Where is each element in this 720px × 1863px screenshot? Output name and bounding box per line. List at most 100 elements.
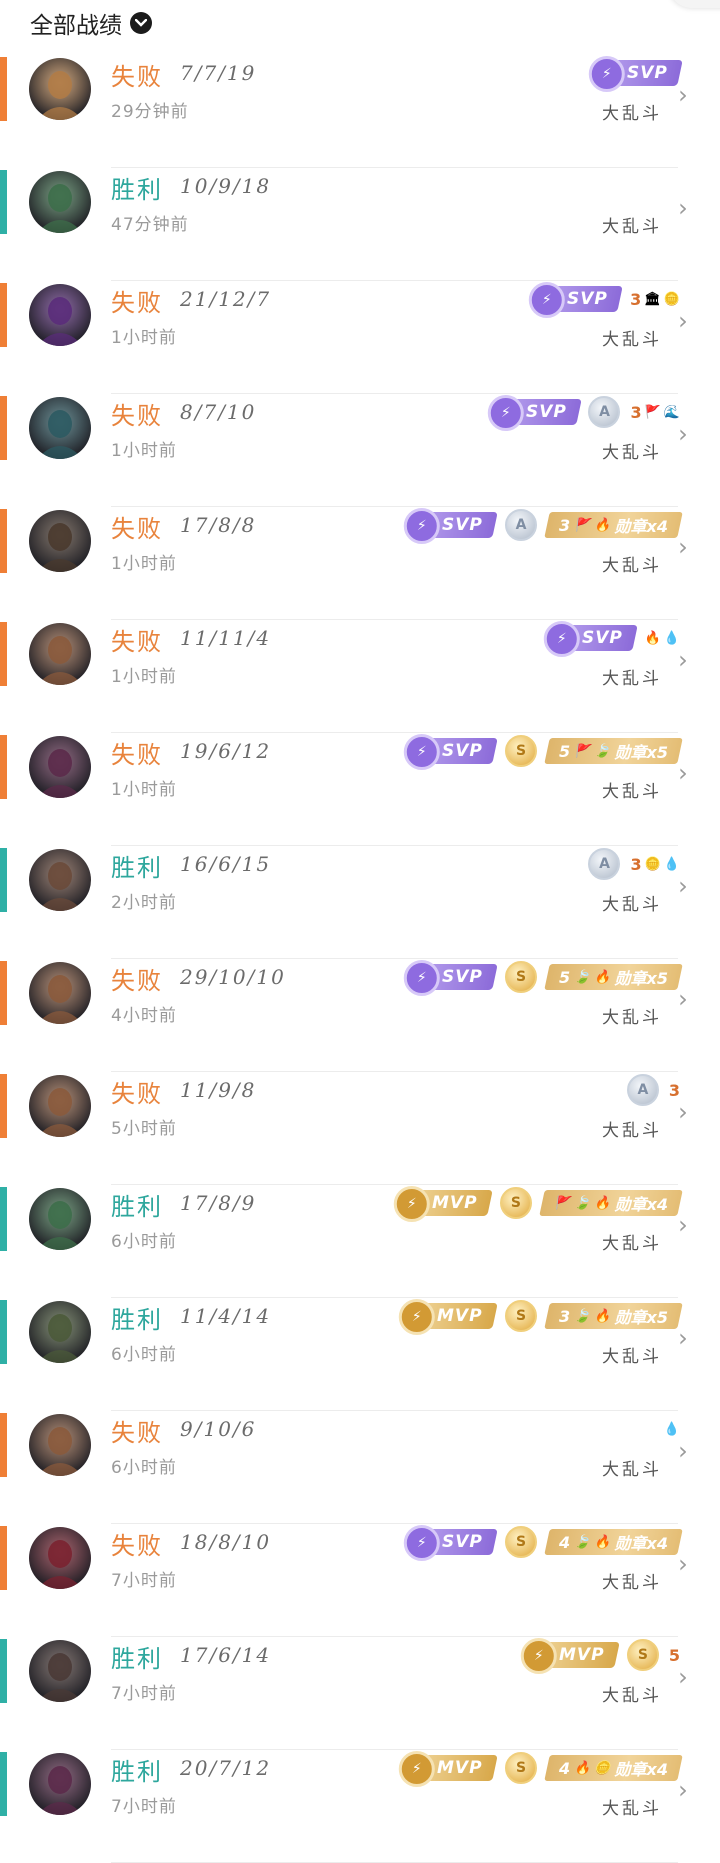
medal-content: 3 🚩 🔥 勋章x4 [559,513,668,537]
badge-group: ⚡ MVP S 3 🍃 🔥 勋章x5 [399,1298,683,1335]
medal-count: 4 [559,1758,571,1778]
achievement-stats: 3 🚩 🌊 [630,403,680,422]
achievement-icon: 🔥 [574,1760,591,1776]
svp-badge: ⚡ SVP [403,508,498,544]
achievement-icon: 🔥 [594,1534,611,1550]
filter-dropdown[interactable]: 全部战绩 [30,6,152,40]
medal-count: 5 [559,741,571,761]
achievement-icon: 🪙 [644,856,661,872]
game-mode: 大乱斗 [602,217,662,237]
match-time: 1小时前 [111,780,177,800]
match-time: 5小时前 [111,1119,177,1139]
badge-group: ⚡ MVP S 5 [521,1637,680,1674]
achievement-icon: 🍃 [594,743,611,759]
champion-avatar [29,284,91,346]
lightning-icon: ⚡ [403,960,440,996]
match-row[interactable]: 失败 11/9/8 5小时前 大乱斗 › A 3 [0,1072,720,1185]
match-row[interactable]: 胜利 20/7/12 7小时前 大乱斗 › ⚡ MVP S 4 🔥 🪙 勋章x4 [0,1750,720,1863]
match-result: 失败 [111,1080,163,1108]
match-result: 失败 [111,1419,163,1447]
achievement-stats: 💧 [664,1422,680,1437]
match-row[interactable]: 失败 9/10/6 6小时前 大乱斗 › 💧 [0,1411,720,1524]
achievement-icon: 💧 [663,630,680,646]
match-result: 胜利 [111,1645,163,1673]
gold-rank-coin: S [499,1187,532,1219]
badge-group: ⚡ SVP 🔥 💧 [543,620,680,657]
match-row[interactable]: 胜利 17/8/9 6小时前 大乱斗 › ⚡ MVP S 🚩 🍃 🔥 勋章x4 [0,1185,720,1298]
game-mode: 大乱斗 [602,1573,662,1593]
loss-indicator [0,396,7,460]
achievement-icon: 🍃 [574,1308,591,1324]
match-row[interactable]: 失败 29/10/10 4小时前 大乱斗 › ⚡ SVP S 5 🍃 🔥 勋章x5 [0,959,720,1072]
game-mode: 大乱斗 [602,1234,662,1254]
match-time: 29分钟前 [111,102,189,122]
medal-count: 3 [559,1306,571,1326]
match-time: 7小时前 [111,1684,177,1704]
achievement-stats: 5 [669,1646,680,1665]
loss-indicator [0,1526,7,1590]
match-row[interactable]: 失败 7/7/19 29分钟前 大乱斗 › ⚡ SVP [0,55,720,168]
achievement-icon: 🚩 [553,1195,571,1211]
medal-count: 4 [559,1532,571,1552]
badge-group: ⚡ SVP S 5 🍃 🔥 勋章x5 [403,959,683,996]
gold-rank-coin: S [505,1300,538,1332]
achievement-stats: 3 🪙 💧 [630,855,680,874]
medal-count: 5 [559,967,571,987]
match-row[interactable]: 失败 21/12/7 1小时前 大乱斗 › ⚡ SVP 3 🏛 🪙 [0,281,720,394]
chevron-right-icon[interactable]: › [676,194,690,222]
champion-avatar [29,397,91,459]
lightning-icon: ⚡ [521,1638,558,1674]
match-time: 1小时前 [111,328,177,348]
kda-score: 17/8/8 [180,513,257,537]
achievement-icon: 🌊 [663,404,680,420]
match-row[interactable]: 胜利 10/9/18 47分钟前 大乱斗 › [0,168,720,281]
svp-badge: ⚡ SVP [487,395,582,431]
medal-banner: 4 🍃 🔥 勋章x4 [544,1529,683,1555]
svp-label: SVP [581,628,623,648]
medal-banner: 3 🚩 🔥 勋章x4 [544,512,683,538]
svp-label: SVP [442,741,484,761]
match-row[interactable]: 失败 11/11/4 1小时前 大乱斗 › ⚡ SVP 🔥 💧 [0,620,720,733]
achievement-stats: 🔥 💧 [645,631,680,646]
medal-banner: 5 🍃 🔥 勋章x5 [544,964,683,990]
svp-badge: ⚡ SVP [543,621,638,657]
match-row[interactable]: 胜利 11/4/14 6小时前 大乱斗 › ⚡ MVP S 3 🍃 🔥 勋章x5 [0,1298,720,1411]
kda-score: 21/12/7 [180,287,272,311]
lightning-icon: ⚡ [543,621,580,657]
game-mode: 大乱斗 [602,330,662,350]
silver-rank-coin: A [588,848,621,880]
mvp-label: MVP [432,1193,478,1213]
medal-banner: 5 🚩 🍃 勋章x5 [544,738,683,764]
kda-score: 17/6/14 [180,1643,272,1667]
close-button[interactable] [668,0,720,8]
match-row[interactable]: 失败 8/7/10 1小时前 大乱斗 › ⚡ SVP A 3 🚩 🌊 [0,394,720,507]
game-mode: 大乱斗 [602,556,662,576]
match-result: 胜利 [111,1193,163,1221]
achievement-icon: 🚩 [644,404,661,420]
gold-rank-coin: S [505,961,538,993]
champion-avatar [29,171,91,233]
medal-label: 勋章x5 [614,969,668,988]
match-row[interactable]: 胜利 16/6/15 2小时前 大乱斗 › A 3 🪙 💧 [0,846,720,959]
champion-avatar [29,510,91,572]
lightning-icon: ⚡ [399,1751,436,1787]
gold-rank-coin: S [626,1639,659,1671]
achievement-icon: 🍃 [574,1534,591,1550]
champion-avatar [29,849,91,911]
medal-banner: 4 🔥 🪙 勋章x4 [544,1755,683,1781]
medal-banner: 🚩 🍃 🔥 勋章x4 [539,1190,683,1216]
achievement-count: 3 [630,402,642,422]
match-row[interactable]: 失败 18/8/10 7小时前 大乱斗 › ⚡ SVP S 4 🍃 🔥 勋章x4 [0,1524,720,1637]
kda-score: 10/9/18 [180,174,272,198]
match-row[interactable]: 失败 17/8/8 1小时前 大乱斗 › ⚡ SVP A 3 🚩 🔥 勋章x4 [0,507,720,620]
match-row[interactable]: 胜利 17/6/14 7小时前 大乱斗 › ⚡ MVP S 5 [0,1637,720,1750]
achievement-icon: 🏛 [644,291,661,307]
svp-badge: ⚡ SVP [529,282,623,318]
badge-group: ⚡ SVP A 3 🚩 🌊 [487,394,680,431]
game-mode: 大乱斗 [602,443,662,463]
achievement-count: 3 [668,1080,680,1100]
achievement-icon: 🍃 [574,1195,591,1211]
medal-label: 勋章x4 [614,1534,668,1553]
match-row[interactable]: 失败 19/6/12 1小时前 大乱斗 › ⚡ SVP S 5 🚩 🍃 勋章x5 [0,733,720,846]
kda-score: 8/7/10 [180,400,257,424]
